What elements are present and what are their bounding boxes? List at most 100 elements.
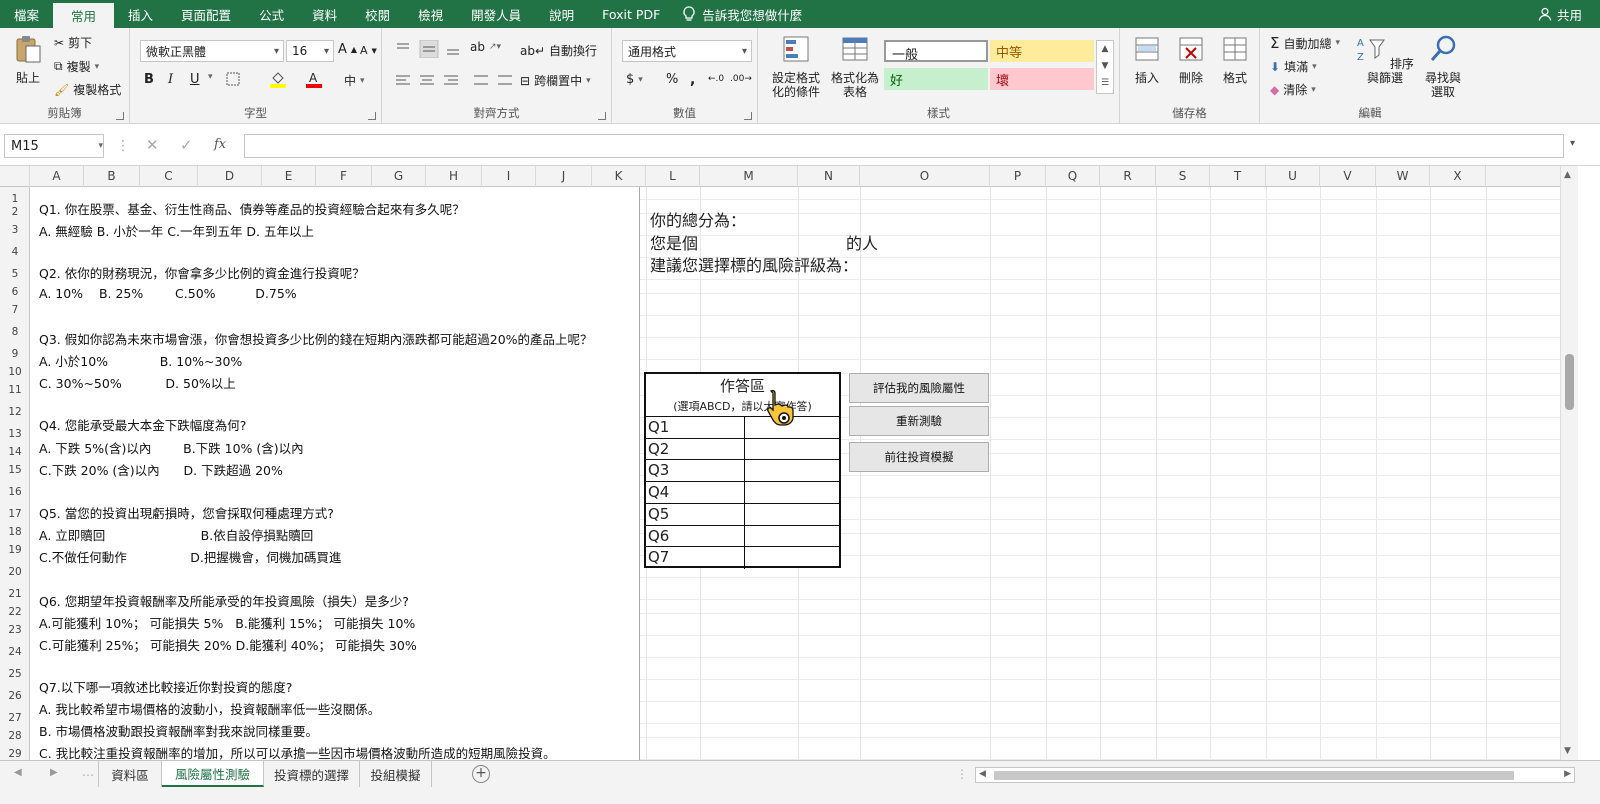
tab-review[interactable]: 校閱 — [351, 0, 404, 28]
bold-button[interactable]: B — [144, 72, 154, 87]
row-header[interactable]: 28 — [0, 723, 29, 742]
sheet-tab-portfolio-simulation[interactable]: 投組模擬 — [360, 761, 432, 787]
column-header[interactable]: I — [482, 166, 536, 187]
format-as-table-button[interactable]: 格式化為表格 — [830, 34, 880, 99]
tab-help[interactable]: 說明 — [535, 0, 588, 28]
column-header[interactable]: A — [30, 166, 84, 187]
currency-button[interactable]: $ ▾ — [626, 72, 643, 87]
row-header[interactable]: 7 — [0, 293, 29, 316]
go-to-simulation-button[interactable]: 前往投資模擬 — [849, 442, 989, 472]
row-header[interactable]: 12 — [0, 395, 29, 418]
retest-button[interactable]: 重新測驗 — [849, 406, 989, 436]
share-button[interactable]: 共用 — [1538, 0, 1582, 28]
find-select-button[interactable]: 尋找與選取 — [1418, 34, 1468, 99]
column-header[interactable]: W — [1376, 166, 1430, 187]
prev-sheet-icon[interactable]: ◀ — [14, 767, 22, 778]
name-box[interactable]: M15 ▾ — [4, 134, 104, 158]
styles-scroll[interactable]: ▲ ▼ ☰ — [1096, 40, 1114, 94]
row-header[interactable]: 6 — [0, 279, 29, 298]
row-header[interactable]: 25 — [0, 657, 29, 680]
answer-input-cell[interactable] — [744, 482, 839, 504]
copy-button[interactable]: ⧉ 複製 ▾ — [54, 58, 99, 75]
row-header[interactable]: 19 — [0, 533, 29, 556]
tab-home[interactable]: 常用 — [53, 3, 115, 28]
scroll-up-icon[interactable]: ▲ — [1564, 170, 1571, 180]
next-sheet-icon[interactable]: ▶ — [50, 767, 58, 778]
sort-filter-button[interactable]: AZ 排序與篩選 — [1354, 34, 1416, 85]
row-header[interactable]: 10 — [0, 359, 29, 378]
comma-button[interactable]: , — [690, 72, 695, 88]
tab-formulas[interactable]: 公式 — [245, 0, 298, 28]
font-size-select[interactable]: 16 ▾ — [286, 40, 334, 62]
answer-input-cell[interactable] — [744, 547, 839, 569]
answer-input-cell[interactable] — [744, 503, 839, 526]
answer-input-cell[interactable] — [744, 460, 839, 483]
worksheet-grid[interactable]: Q1. 你在股票、基金、衍生性商品、債券等產品的投資經驗合起來有多久呢？ A. 無… — [30, 187, 1560, 760]
scroll-right-icon[interactable]: ▶ — [1564, 769, 1571, 779]
column-header[interactable]: G — [372, 166, 426, 187]
sheet-menu-icon[interactable]: … — [82, 765, 94, 779]
percent-button[interactable]: % — [666, 72, 678, 87]
dialog-launcher-icon[interactable] — [116, 112, 124, 120]
column-header[interactable]: O — [860, 166, 990, 187]
row-header[interactable]: 3 — [0, 213, 29, 236]
fill-color-button[interactable] — [270, 70, 286, 88]
row-header[interactable]: 2 — [0, 199, 29, 218]
dialog-launcher-icon[interactable] — [598, 112, 606, 120]
insert-function-button[interactable]: fx — [214, 137, 226, 152]
sheet-tab-risk-test[interactable]: 風險屬性測驗 — [162, 761, 264, 787]
add-sheet-button[interactable]: + — [472, 765, 490, 783]
expand-formula-icon[interactable]: ▾ — [1570, 138, 1575, 149]
tab-data[interactable]: 資料 — [298, 0, 351, 28]
font-color-button[interactable]: A — [306, 70, 322, 88]
column-header[interactable]: U — [1266, 166, 1320, 187]
enter-icon[interactable]: ✓ — [180, 136, 193, 154]
italic-button[interactable]: I — [168, 72, 173, 87]
column-header[interactable]: B — [84, 166, 140, 187]
format-cells-button[interactable]: 格式 — [1214, 34, 1256, 85]
row-header[interactable]: 21 — [0, 577, 29, 600]
row-header[interactable]: 11 — [0, 373, 29, 396]
column-header[interactable]: M — [700, 166, 798, 187]
dialog-launcher-icon[interactable] — [744, 112, 752, 120]
paste-button[interactable]: 貼上 — [8, 34, 48, 85]
format-painter-button[interactable]: 🖌 複製格式 — [54, 81, 121, 98]
scroll-left-icon[interactable]: ◀ — [979, 769, 986, 779]
horizontal-scrollbar[interactable]: ◀ ▶ — [975, 767, 1575, 783]
clear-button[interactable]: ◆ 清除 ▾ — [1270, 81, 1316, 98]
grow-font-button[interactable]: A ▲ — [338, 42, 357, 57]
row-header[interactable]: 4 — [0, 235, 29, 258]
row-header[interactable]: 14 — [0, 439, 29, 458]
style-bad[interactable]: 壞 — [990, 68, 1094, 90]
font-name-select[interactable]: 微軟正黑體 ▾ — [140, 40, 284, 62]
wrap-text-button[interactable]: ab↵ 自動換行 — [520, 42, 597, 59]
column-header[interactable]: D — [198, 166, 262, 187]
column-header[interactable]: E — [262, 166, 316, 187]
row-header[interactable]: 15 — [0, 453, 29, 476]
column-header[interactable]: F — [316, 166, 372, 187]
tell-me-search[interactable]: 告訴我您想做什麼 — [674, 0, 802, 28]
cancel-icon[interactable]: ✕ — [146, 136, 159, 154]
row-header[interactable]: 27 — [0, 701, 29, 724]
column-header[interactable]: C — [140, 166, 198, 187]
delete-cells-button[interactable]: 刪除 — [1170, 34, 1212, 85]
column-header[interactable]: T — [1210, 166, 1266, 187]
horizontal-align-icons[interactable] — [394, 72, 514, 90]
row-header[interactable]: 9 — [0, 337, 29, 360]
column-header[interactable]: N — [798, 166, 860, 187]
row-header[interactable]: 5 — [0, 257, 29, 280]
column-header[interactable]: V — [1320, 166, 1376, 187]
style-neutral[interactable]: 中等 — [990, 40, 1094, 62]
column-header[interactable]: P — [990, 166, 1046, 187]
row-header[interactable]: 18 — [0, 519, 29, 538]
row-header[interactable]: 26 — [0, 679, 29, 702]
conditional-formatting-button[interactable]: 設定格式化的條件 — [764, 34, 828, 99]
number-format-select[interactable]: 通用格式 ▾ — [622, 40, 752, 62]
sheet-tab-investment-selection[interactable]: 投資標的選擇 — [264, 761, 360, 787]
tab-view[interactable]: 檢視 — [404, 0, 457, 28]
column-header[interactable]: R — [1100, 166, 1156, 187]
row-header[interactable]: 24 — [0, 635, 29, 658]
row-header[interactable]: 16 — [0, 475, 29, 498]
horizontal-scroll-thumb[interactable] — [994, 771, 1514, 780]
column-header[interactable]: K — [592, 166, 646, 187]
